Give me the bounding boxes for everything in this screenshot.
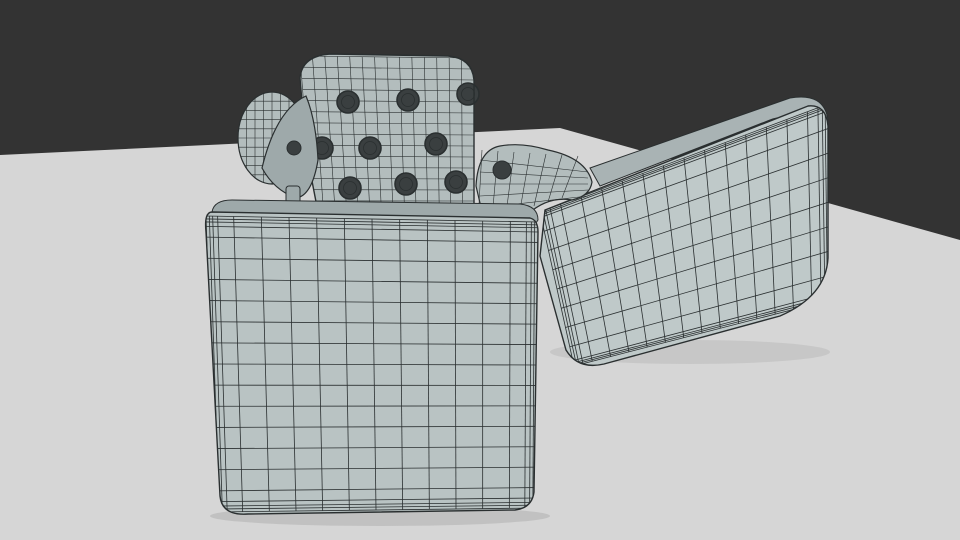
chimney-hole xyxy=(394,172,418,196)
hinge-pin xyxy=(492,160,512,180)
lighter-chimney xyxy=(299,53,480,213)
lighter-case xyxy=(204,199,539,515)
chimney-hole xyxy=(396,88,420,112)
wireframe-scene xyxy=(0,53,960,540)
chimney-hole xyxy=(444,170,468,194)
chimney-hole xyxy=(336,90,360,114)
chimney-hole xyxy=(424,132,448,156)
chimney-hole xyxy=(338,176,362,200)
render-viewport xyxy=(0,0,960,540)
wheel-hub xyxy=(286,140,302,156)
chimney-hole xyxy=(358,136,382,160)
chimney-hole xyxy=(456,82,480,106)
